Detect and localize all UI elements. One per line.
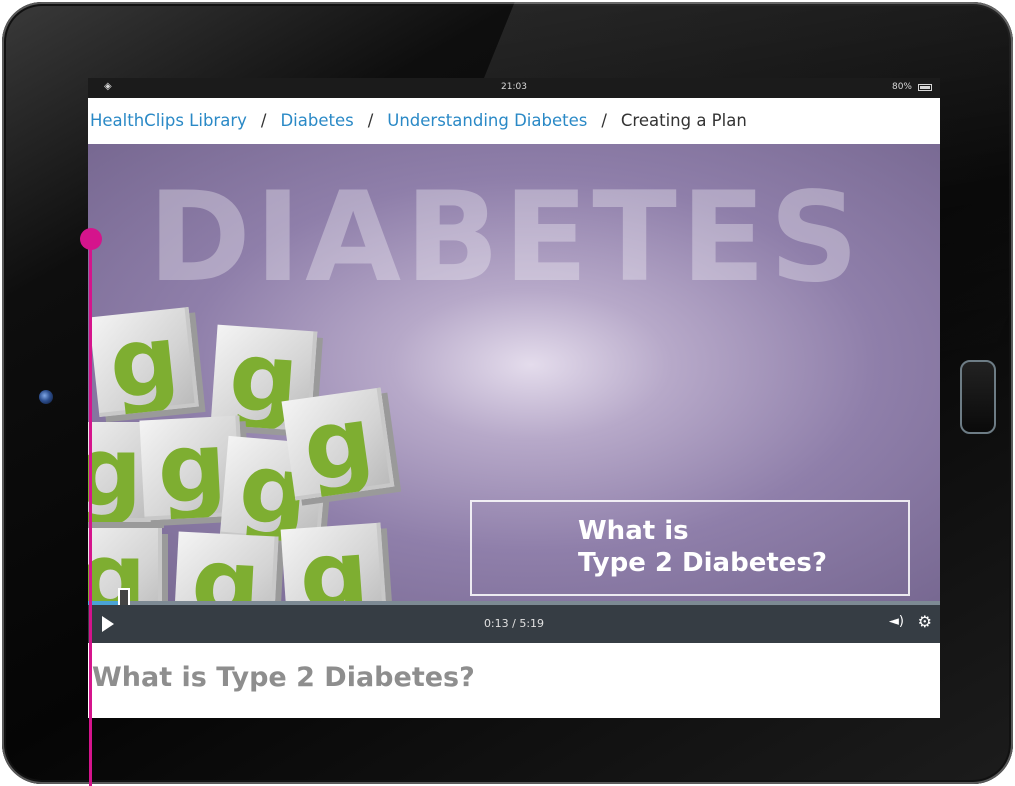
battery-percent: 80% — [891, 82, 912, 92]
battery-icon — [918, 84, 932, 91]
video-caption-line-2: Type 2 Diabetes? — [578, 548, 827, 578]
annotation-marker-line — [89, 239, 92, 786]
breadcrumb-separator: / — [367, 111, 374, 130]
breadcrumb-understanding-diabetes[interactable]: Understanding Diabetes — [387, 111, 587, 130]
camera-icon — [39, 390, 53, 404]
letter-blocks-illustration: g g g g g g g g g — [88, 294, 408, 604]
video-caption-box: What is Type 2 Diabetes? — [470, 500, 910, 596]
breadcrumb-healthclips-library[interactable]: HealthClips Library — [90, 111, 247, 130]
status-time: 21:03 — [501, 82, 527, 92]
gear-icon[interactable]: ⚙ — [918, 612, 932, 631]
breadcrumb-diabetes[interactable]: Diabetes — [280, 111, 353, 130]
letter-block: g — [173, 531, 279, 604]
breadcrumb: HealthClips Library / Diabetes / Understandi… — [90, 111, 747, 130]
video-controls: 0:13 / 5:19 ◄) ⚙ — [88, 605, 940, 643]
volume-icon[interactable]: ◄) — [889, 614, 904, 629]
status-bar: ◈ 21:03 80% — [88, 78, 940, 98]
breadcrumb-current-page: Creating a Plan — [620, 111, 747, 130]
video-caption-line-1: What is — [578, 516, 689, 546]
letter-block: g — [281, 387, 395, 501]
video-background-title: DIABETES — [148, 166, 863, 310]
video-player[interactable]: DIABETES g g g g g g g g g What is Type … — [88, 144, 940, 604]
annotation-marker-dot — [80, 228, 102, 250]
home-button[interactable] — [960, 360, 996, 434]
letter-block: g — [280, 522, 388, 604]
breadcrumb-separator: / — [260, 111, 267, 130]
letter-block: g — [89, 307, 199, 417]
video-time-display: 0:13 / 5:19 — [483, 617, 545, 630]
breadcrumb-separator: / — [601, 111, 607, 130]
tablet-frame: ◈ 21:03 80% HealthClips Library / Diabetes… — [2, 2, 1013, 784]
video-heading: What is Type 2 Diabetes? — [92, 662, 475, 693]
tablet-screen: ◈ 21:03 80% HealthClips Library / Diabetes… — [88, 78, 940, 718]
